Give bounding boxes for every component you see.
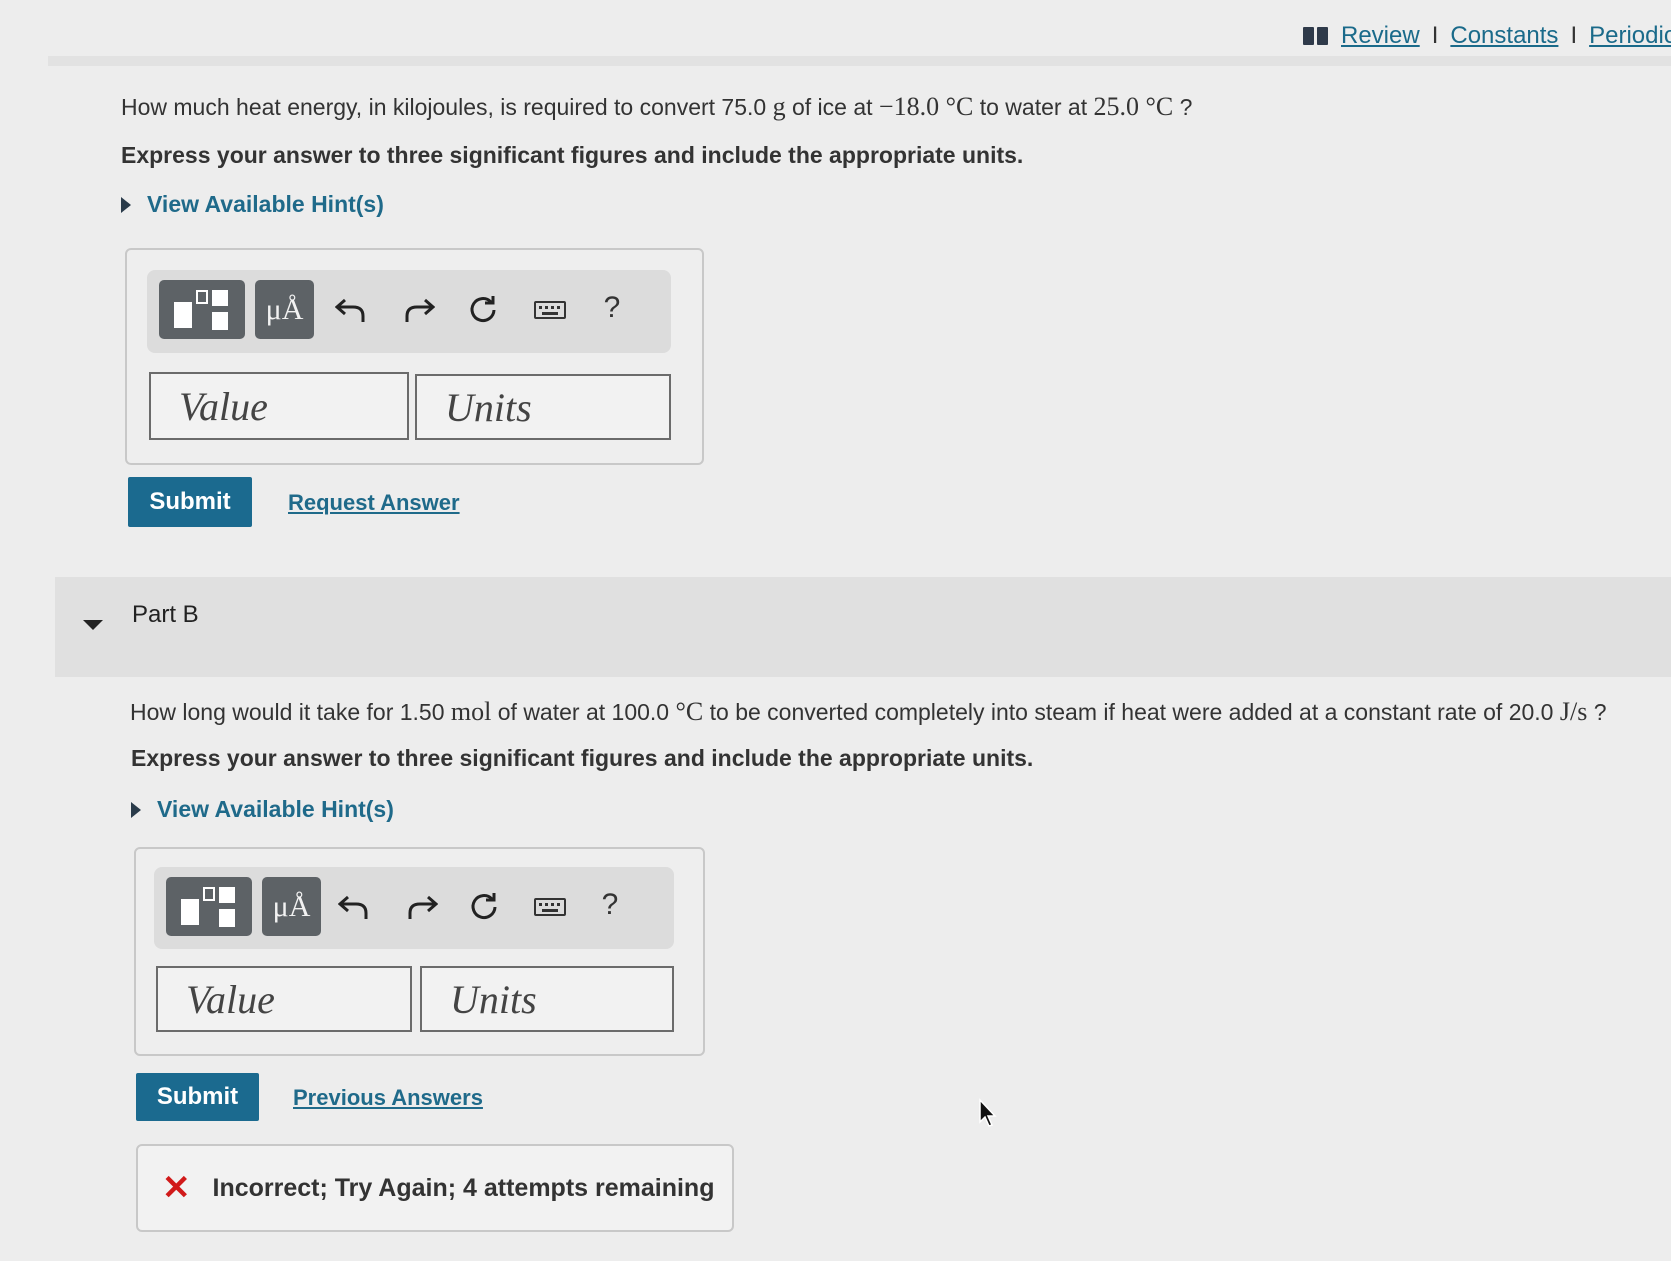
- resource-links: Review I Constants I Periodic: [1303, 22, 1671, 50]
- hint-label: View Available Hint(s): [147, 191, 384, 217]
- fraction-template-icon: [174, 288, 230, 332]
- help-button[interactable]: ?: [590, 885, 630, 925]
- header-divider: [48, 56, 1671, 66]
- feedback-incorrect: ✕ Incorrect; Try Again; 4 attempts remai…: [136, 1144, 734, 1232]
- question-text: of ice at: [785, 94, 879, 120]
- undo-icon[interactable]: [334, 887, 374, 927]
- constants-link[interactable]: Constants: [1450, 22, 1558, 50]
- previous-answers-link[interactable]: Previous Answers: [293, 1085, 483, 1111]
- question-text: to water at: [973, 94, 1094, 120]
- math-toolbar: μÅ ?: [147, 270, 671, 353]
- question-text: ?: [1587, 699, 1607, 725]
- fraction-template-icon: [181, 885, 237, 929]
- math-toolbar: μÅ ?: [154, 867, 674, 949]
- templates-button[interactable]: [166, 877, 252, 936]
- help-button[interactable]: ?: [592, 288, 632, 328]
- part-b-header[interactable]: Part B: [55, 577, 1671, 677]
- link-separator: I: [1570, 22, 1578, 49]
- part-b-instruction: Express your answer to three significant…: [131, 745, 1034, 771]
- part-a-answer-box: μÅ ? Value Units: [125, 248, 704, 465]
- keyboard-icon[interactable]: [530, 290, 570, 330]
- question-text: to be converted completely into steam if…: [703, 699, 1560, 725]
- mass-unit: g: [772, 92, 786, 121]
- review-link[interactable]: Review: [1341, 22, 1420, 50]
- collapse-triangle-icon: [83, 620, 103, 630]
- part-a-submit-button[interactable]: Submit: [128, 477, 252, 527]
- question-text: of water at 100.0: [491, 699, 676, 725]
- part-a-question: How much heat energy, in kilojoules, is …: [121, 92, 1192, 122]
- templates-button[interactable]: [159, 280, 245, 339]
- mouse-pointer-icon: [978, 1098, 998, 1133]
- expand-triangle-icon: [121, 196, 131, 213]
- part-b-submit-button[interactable]: Submit: [136, 1073, 259, 1121]
- units-symbols-button[interactable]: μÅ: [255, 280, 314, 339]
- reset-icon[interactable]: [463, 290, 503, 330]
- expand-triangle-icon: [131, 801, 141, 818]
- part-a-instruction: Express your answer to three significant…: [121, 142, 1024, 168]
- value-input[interactable]: Value: [156, 966, 412, 1032]
- hint-label: View Available Hint(s): [157, 796, 394, 822]
- keyboard-icon[interactable]: [530, 887, 570, 927]
- feedback-message: Incorrect; Try Again; 4 attempts remaini…: [212, 1173, 715, 1202]
- temperature-unit: °C: [675, 697, 704, 726]
- part-a-hint-toggle[interactable]: View Available Hint(s): [121, 191, 384, 218]
- part-b-question: How long would it take for 1.50 mol of w…: [130, 697, 1607, 727]
- units-symbols-button[interactable]: μÅ: [262, 877, 321, 936]
- value-input[interactable]: Value: [149, 372, 409, 440]
- question-text: How long would it take for 1.50: [130, 699, 451, 725]
- part-b-title: Part B: [132, 601, 199, 628]
- redo-icon[interactable]: [399, 290, 439, 330]
- mole-unit: mol: [450, 697, 492, 726]
- incorrect-x-icon: ✕: [162, 1169, 191, 1207]
- reset-icon[interactable]: [464, 887, 504, 927]
- initial-temperature: −18.0 °C: [878, 92, 974, 121]
- undo-icon[interactable]: [331, 290, 371, 330]
- link-separator: I: [1431, 22, 1439, 49]
- question-text: ?: [1173, 94, 1193, 120]
- units-input[interactable]: Units: [415, 374, 671, 440]
- redo-icon[interactable]: [402, 887, 442, 927]
- periodic-table-link[interactable]: Periodic: [1589, 22, 1671, 50]
- final-temperature: 25.0 °C: [1093, 92, 1174, 121]
- part-b-hint-toggle[interactable]: View Available Hint(s): [131, 796, 394, 823]
- units-input[interactable]: Units: [420, 966, 674, 1032]
- rate-unit: J/s: [1559, 697, 1588, 726]
- request-answer-link[interactable]: Request Answer: [288, 490, 460, 516]
- book-icon: [1303, 27, 1329, 45]
- part-b-answer-box: μÅ ? Value Units: [134, 847, 705, 1056]
- question-text: How much heat energy, in kilojoules, is …: [121, 94, 773, 120]
